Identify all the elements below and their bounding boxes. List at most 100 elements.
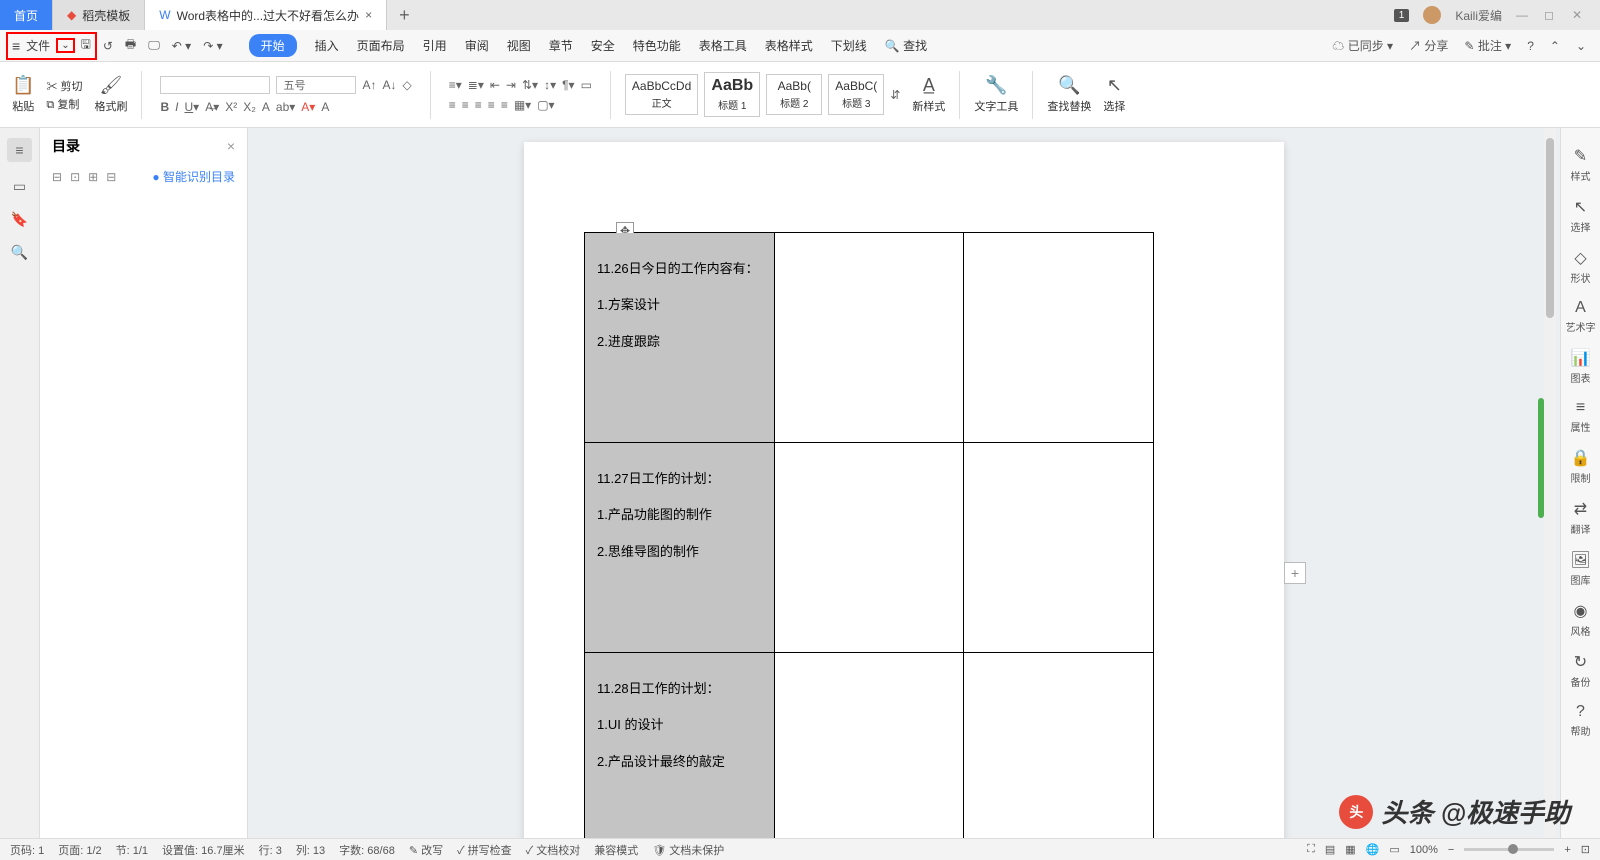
view-print-icon[interactable]: ▤ [1325, 843, 1335, 856]
subscript-icon[interactable]: X₂ [243, 100, 256, 114]
cell-r3c1[interactable]: 11.28日工作的计划： 1.UI 的设计 2.产品设计最终的敲定 [585, 653, 775, 839]
help-icon[interactable]: ? [1527, 39, 1534, 53]
menu-underline[interactable]: 下划线 [831, 37, 867, 54]
shading-icon[interactable]: ▦▾ [514, 98, 531, 112]
paste-icon[interactable]: 📋 [12, 75, 34, 96]
fit-icon[interactable]: ⊡ [1581, 843, 1590, 856]
zoom-label[interactable]: 100% [1410, 844, 1438, 856]
close-button[interactable]: ✕ [1572, 8, 1586, 22]
undo-icon[interactable]: ↶ ▾ [172, 39, 191, 53]
menu-security[interactable]: 安全 [591, 37, 615, 54]
status-doccheck[interactable]: ✓ 文档校对 [526, 842, 581, 858]
select-icon[interactable]: ↖ [1107, 75, 1122, 96]
style-normal[interactable]: AaBbCcDd正文 [625, 74, 698, 115]
align-left-icon[interactable]: ≡ [449, 98, 456, 112]
print2-icon[interactable]: 🖶 [125, 35, 136, 56]
zoom-out-icon[interactable]: − [1448, 844, 1454, 856]
file-menu[interactable]: 文件 [26, 37, 50, 54]
superscript-icon[interactable]: X² [225, 100, 237, 114]
view-web-icon[interactable]: 🌐 [1366, 843, 1380, 856]
toc-remove-icon[interactable]: ⊟ [106, 170, 116, 184]
status-page[interactable]: 页码: 1 [10, 842, 44, 858]
status-pages[interactable]: 页面: 1/2 [58, 842, 101, 858]
rail-wordart[interactable]: A艺术字 [1566, 299, 1596, 334]
cell-r2c1[interactable]: 11.27日工作的计划： 1.产品功能图的制作 2.思维导图的制作 [585, 443, 775, 653]
highlight-icon[interactable]: ab▾ [276, 100, 295, 114]
align-center-icon[interactable]: ≡ [462, 98, 469, 112]
align-right-icon[interactable]: ≡ [475, 98, 482, 112]
tab-home[interactable]: 首页 [0, 0, 53, 30]
indent-icon[interactable]: ⇥ [506, 78, 516, 92]
file-dropdown-icon[interactable]: ⌄ [56, 38, 74, 53]
avatar[interactable] [1423, 6, 1441, 24]
menu-tabletools[interactable]: 表格工具 [699, 37, 747, 54]
shrink-font-icon[interactable]: A↓ [383, 78, 397, 92]
new-tab-button[interactable]: + [387, 0, 422, 30]
close-icon[interactable]: × [365, 8, 372, 22]
toc-collapse-icon[interactable]: ⊟ [52, 170, 62, 184]
style-h1[interactable]: AaBb标题 1 [704, 72, 760, 117]
status-protect[interactable]: 🛡 文档未保护 [652, 842, 724, 858]
zoom-in-icon[interactable]: + [1564, 844, 1570, 856]
rail-shape[interactable]: ◇形状 [1571, 248, 1591, 285]
cell-r3c2[interactable] [774, 653, 964, 839]
rail-toc-icon[interactable]: ≡ [7, 138, 31, 162]
review-button[interactable]: ✎ 批注 ▾ [1464, 37, 1511, 54]
tab-template[interactable]: ◆稻壳模板 [53, 0, 145, 30]
cell-r1c3[interactable] [964, 233, 1154, 443]
linespace-icon[interactable]: ↕▾ [544, 78, 556, 92]
cell-r2c3[interactable] [964, 443, 1154, 653]
format-painter-icon[interactable]: 🖌 [100, 75, 123, 96]
cell-r1c1[interactable]: 11.26日今日的工作内容有： 1.方案设计 2.进度跟踪 [585, 233, 775, 443]
char-shading-icon[interactable]: A [321, 100, 329, 114]
toc-add-icon[interactable]: ⊞ [88, 170, 98, 184]
cut-button[interactable]: ✂ 剪切 [46, 78, 82, 94]
find-replace-icon[interactable]: 🔍 [1058, 75, 1080, 96]
hamburger-icon[interactable]: ≡ [12, 38, 20, 54]
rail-restrict[interactable]: 🔒限制 [1571, 448, 1591, 485]
rail-props[interactable]: ≡属性 [1571, 399, 1591, 434]
justify-icon[interactable]: ≡ [488, 98, 495, 112]
menu-features[interactable]: 特色功能 [633, 37, 681, 54]
minimap-scrollbar[interactable] [1538, 138, 1544, 828]
menu-review[interactable]: 审阅 [465, 37, 489, 54]
rail-select[interactable]: ↖选择 [1571, 197, 1591, 234]
bold-icon[interactable]: B [160, 100, 169, 114]
tab-document[interactable]: WWord表格中的...过大不好看怎么办× [145, 0, 387, 30]
status-words[interactable]: 字数: 68/68 [339, 842, 395, 858]
status-compat[interactable]: 兼容模式 [594, 842, 638, 858]
rail-translate[interactable]: ⇄翻译 [1571, 499, 1591, 536]
sync-button[interactable]: ☁ 已同步 ▾ [1332, 37, 1393, 54]
toc-smart-button[interactable]: ● 智能识别目录 [152, 168, 235, 185]
rail-help[interactable]: ?帮助 [1571, 703, 1591, 738]
menu-refs[interactable]: 引用 [423, 37, 447, 54]
menu-view[interactable]: 视图 [507, 37, 531, 54]
redo-icon[interactable]: ↷ ▾ [203, 39, 222, 53]
borders-icon[interactable]: ▢▾ [537, 98, 554, 112]
rail-bookmark-icon[interactable]: 🔖 [11, 211, 28, 228]
text-effect-icon[interactable]: A [262, 100, 270, 114]
menu-start[interactable]: 开始 [249, 34, 297, 57]
maximize-button[interactable]: ◻ [1544, 8, 1558, 22]
rail-chart[interactable]: 📊图表 [1571, 348, 1591, 385]
document-table[interactable]: 11.26日今日的工作内容有： 1.方案设计 2.进度跟踪 11.27日工作的计… [584, 232, 1154, 838]
style-h2[interactable]: AaBb(标题 2 [766, 74, 822, 115]
distribute-icon[interactable]: ≡ [501, 98, 508, 112]
clear-format-icon[interactable]: ◇ [403, 78, 412, 92]
cell-r1c2[interactable] [774, 233, 964, 443]
share-button[interactable]: ↗ 分享 [1409, 37, 1448, 54]
menu-chapter[interactable]: 章节 [549, 37, 573, 54]
menu-search[interactable]: 🔍 查找 [885, 37, 927, 54]
strike-icon[interactable]: A̶▾ [205, 100, 219, 114]
rail-gallery[interactable]: 🖼图库 [1570, 550, 1590, 587]
save-icon[interactable]: 🖫 [81, 35, 91, 56]
toc-expand-icon[interactable]: ⊡ [70, 170, 80, 184]
menu-layout[interactable]: 页面布局 [357, 37, 405, 54]
view-outline-icon[interactable]: ▦ [1345, 843, 1355, 856]
status-rewrite[interactable]: ✎ 改写 [409, 842, 443, 858]
sort-icon[interactable]: ⇅▾ [522, 78, 538, 92]
zoom-slider[interactable] [1464, 848, 1554, 851]
rail-theme[interactable]: ◉风格 [1571, 601, 1591, 638]
view-fullscreen-icon[interactable]: ⛶ [1307, 843, 1315, 856]
rail-search-icon[interactable]: 🔍 [11, 244, 28, 261]
